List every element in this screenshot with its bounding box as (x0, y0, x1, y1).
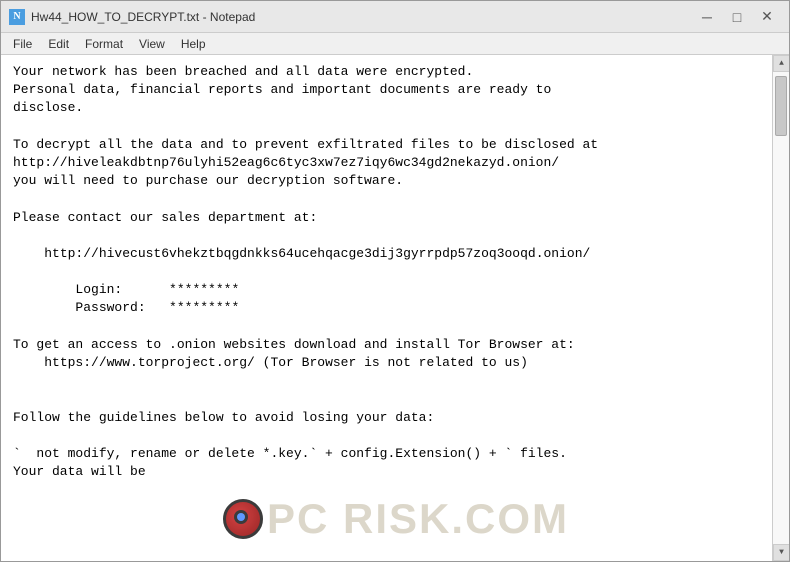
text-editor[interactable]: Your network has been breached and all d… (1, 55, 772, 561)
menu-edit[interactable]: Edit (40, 35, 77, 53)
window-title: Hw44_HOW_TO_DECRYPT.txt - Notepad (31, 10, 255, 24)
title-bar-controls: ─ □ ✕ (693, 6, 781, 28)
menu-help[interactable]: Help (173, 35, 214, 53)
menu-format[interactable]: Format (77, 35, 131, 53)
scroll-down-button[interactable]: ▼ (773, 544, 789, 561)
menu-file[interactable]: File (5, 35, 40, 53)
scrollbar-track[interactable] (773, 72, 789, 544)
menu-view[interactable]: View (131, 35, 173, 53)
menu-bar: File Edit Format View Help (1, 33, 789, 55)
notepad-icon: N (9, 9, 25, 25)
scroll-up-button[interactable]: ▲ (773, 55, 789, 72)
notepad-window: N Hw44_HOW_TO_DECRYPT.txt - Notepad ─ □ … (0, 0, 790, 562)
maximize-button[interactable]: □ (723, 6, 751, 28)
scrollbar-thumb[interactable] (775, 76, 787, 136)
minimize-button[interactable]: ─ (693, 6, 721, 28)
title-bar: N Hw44_HOW_TO_DECRYPT.txt - Notepad ─ □ … (1, 1, 789, 33)
close-button[interactable]: ✕ (753, 6, 781, 28)
scrollbar[interactable]: ▲ ▼ (772, 55, 789, 561)
title-bar-left: N Hw44_HOW_TO_DECRYPT.txt - Notepad (9, 9, 255, 25)
content-wrapper: Your network has been breached and all d… (1, 55, 789, 561)
